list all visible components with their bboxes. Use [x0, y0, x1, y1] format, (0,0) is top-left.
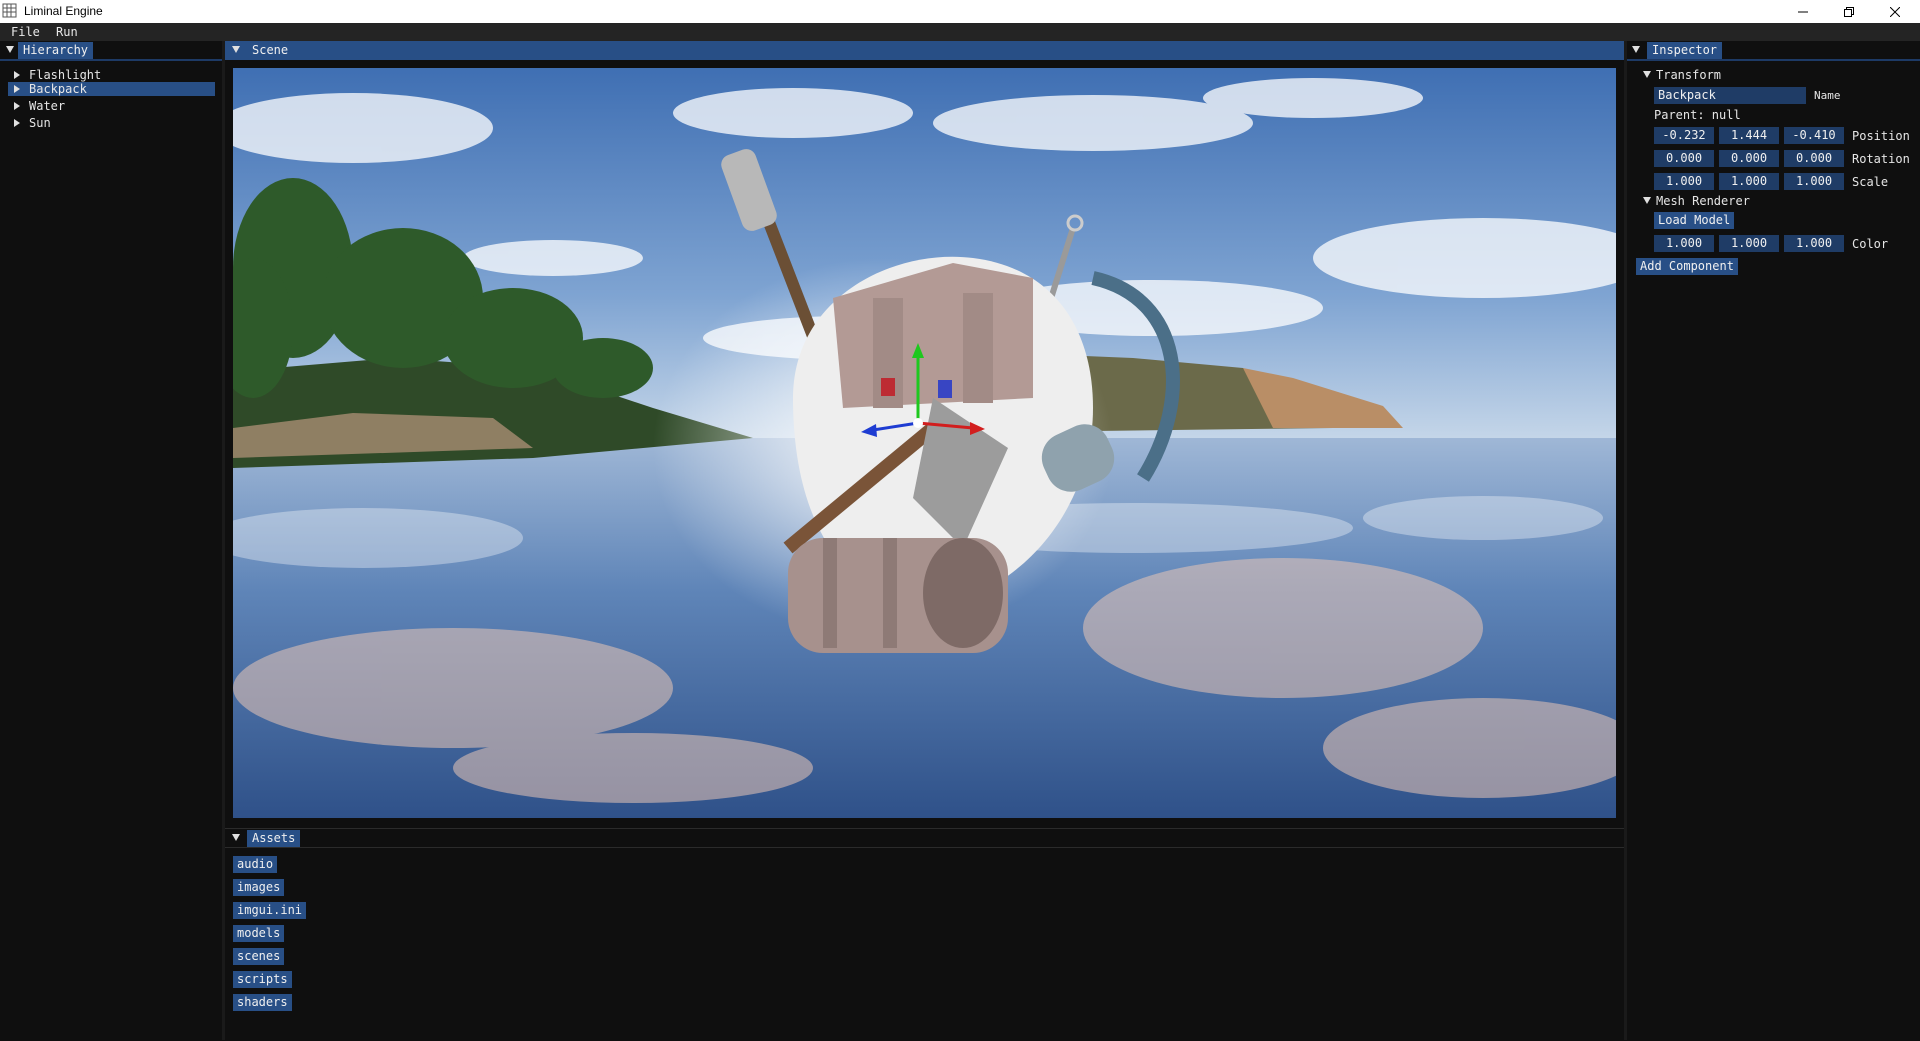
- scale-x-input[interactable]: 1.000: [1654, 173, 1714, 190]
- collapse-arrow-icon[interactable]: [1632, 46, 1640, 53]
- parent-text: Parent: null: [1654, 108, 1741, 122]
- scale-label: Scale: [1852, 175, 1889, 189]
- asset-file-imgui-ini[interactable]: imgui.ini: [233, 902, 307, 919]
- restore-button[interactable]: [1826, 0, 1872, 23]
- minimize-icon: [1798, 11, 1808, 12]
- expand-arrow-icon[interactable]: [14, 102, 20, 110]
- scale-y-input[interactable]: 1.000: [1719, 173, 1779, 190]
- collapse-arrow-icon[interactable]: [6, 46, 14, 53]
- collapse-arrow-icon[interactable]: [232, 834, 240, 841]
- tab-assets[interactable]: Assets: [247, 830, 301, 847]
- load-model-button[interactable]: Load Model: [1654, 212, 1735, 229]
- minimize-button[interactable]: [1780, 0, 1826, 23]
- expand-arrow-icon[interactable]: [14, 71, 20, 79]
- color-g-input[interactable]: 1.000: [1719, 235, 1779, 252]
- asset-folder-scripts[interactable]: scripts: [233, 971, 292, 988]
- color-b-input[interactable]: 1.000: [1784, 235, 1844, 252]
- position-x-input[interactable]: -0.232: [1654, 127, 1714, 144]
- color-label: Color: [1852, 237, 1889, 251]
- assets-panel: Assets audio images imgui.ini models sce…: [225, 828, 1624, 1041]
- asset-folder-scenes[interactable]: scenes: [233, 948, 285, 965]
- collapse-arrow-icon[interactable]: [232, 46, 240, 53]
- asset-folder-shaders[interactable]: shaders: [233, 994, 292, 1011]
- menu-run[interactable]: Run: [56, 25, 78, 39]
- rotation-x-input[interactable]: 0.000: [1654, 150, 1714, 167]
- assets-header: Assets: [225, 829, 1624, 848]
- hierarchy-item-label: Flashlight: [29, 68, 102, 82]
- rotation-label: Rotation: [1852, 152, 1910, 166]
- hierarchy-item-sun[interactable]: Sun: [8, 116, 215, 130]
- expand-arrow-icon[interactable]: [14, 85, 20, 93]
- asset-folder-audio[interactable]: audio: [233, 856, 278, 873]
- expand-arrow-icon[interactable]: [14, 119, 20, 127]
- name-input[interactable]: Backpack: [1654, 87, 1806, 104]
- close-button[interactable]: [1872, 0, 1918, 23]
- collapse-arrow-icon: [1643, 197, 1651, 204]
- inspector-header: Inspector: [1627, 41, 1920, 61]
- position-label: Position: [1852, 129, 1910, 143]
- asset-folder-models[interactable]: models: [233, 925, 285, 942]
- asset-folder-images[interactable]: images: [233, 879, 285, 896]
- inspector-panel: Inspector Transform Backpack Name Parent…: [1624, 41, 1920, 1040]
- name-label: Name: [1814, 89, 1841, 102]
- hierarchy-item-label: Backpack: [29, 82, 87, 96]
- rotation-z-input[interactable]: 0.000: [1784, 150, 1844, 167]
- scene-viewport[interactable]: [233, 68, 1616, 818]
- rotation-y-input[interactable]: 0.000: [1719, 150, 1779, 167]
- window-title: Liminal Engine: [24, 4, 103, 18]
- hierarchy-item-water[interactable]: Water: [8, 99, 215, 113]
- close-icon: [1890, 6, 1900, 17]
- position-y-input[interactable]: 1.444: [1719, 127, 1779, 144]
- tab-scene[interactable]: Scene: [247, 42, 293, 59]
- tab-inspector[interactable]: Inspector: [1647, 42, 1723, 59]
- position-z-input[interactable]: -0.410: [1784, 127, 1844, 144]
- app-icon: [2, 3, 17, 18]
- scale-z-input[interactable]: 1.000: [1784, 173, 1844, 190]
- menu-bar: File Run: [0, 23, 1920, 41]
- transform-title: Transform: [1656, 68, 1722, 82]
- add-component-button[interactable]: Add Component: [1636, 258, 1738, 275]
- hierarchy-header: Hierarchy: [0, 41, 222, 61]
- scene-header: Scene: [225, 41, 1624, 60]
- hierarchy-item-backpack[interactable]: Backpack: [8, 82, 215, 96]
- collapse-arrow-icon: [1643, 71, 1651, 78]
- hierarchy-item-label: Water: [29, 99, 66, 113]
- hierarchy-item-label: Sun: [29, 116, 51, 130]
- restore-icon: [1844, 6, 1854, 17]
- tab-hierarchy[interactable]: Hierarchy: [18, 42, 94, 59]
- mesh-renderer-title: Mesh Renderer: [1656, 194, 1750, 208]
- hierarchy-item-flashlight[interactable]: Flashlight: [8, 68, 215, 82]
- scene-panel: Scene: [225, 41, 1624, 825]
- title-bar: Liminal Engine: [0, 0, 1920, 23]
- menu-file[interactable]: File: [11, 25, 40, 39]
- color-r-input[interactable]: 1.000: [1654, 235, 1714, 252]
- hierarchy-panel: Hierarchy Flashlight Backpack Water Sun: [0, 41, 225, 1040]
